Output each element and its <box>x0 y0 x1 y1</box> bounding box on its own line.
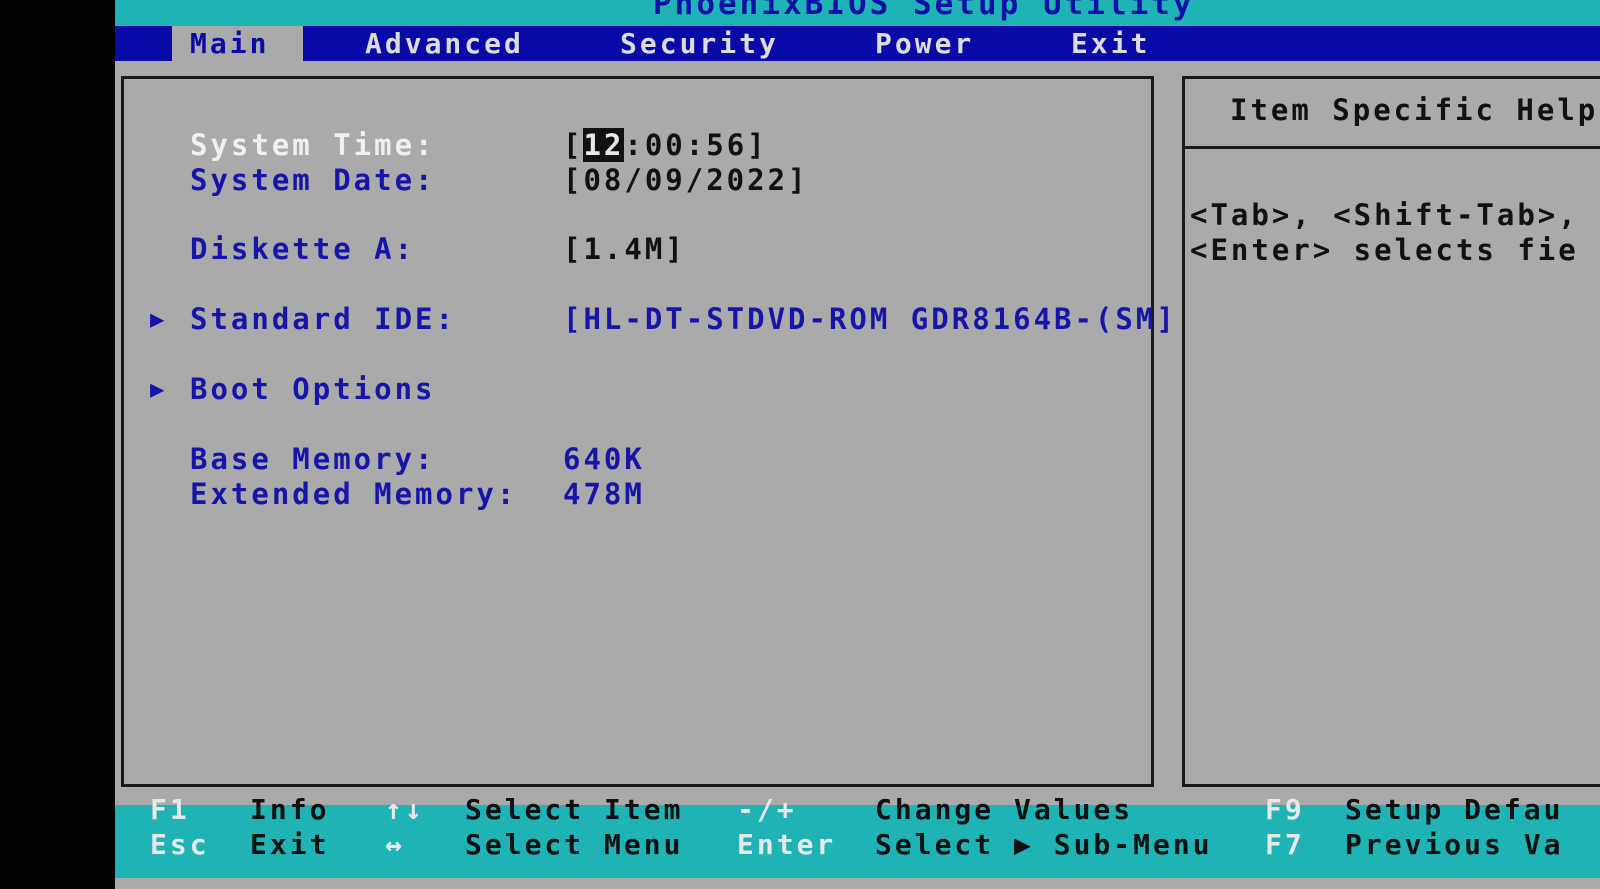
left-right-arrows-icon: ↔ <box>385 828 405 861</box>
setup-defaults-desc: Setup Defau <box>1345 793 1564 826</box>
submenu-arrow-icon: ▶ <box>150 375 168 403</box>
help-title: Item Specific Help <box>1230 93 1599 127</box>
system-date-label[interactable]: System Date: <box>190 163 436 197</box>
previous-values-desc: Previous Va <box>1345 828 1564 861</box>
key-f9: F9 <box>1265 793 1305 826</box>
help-divider <box>1185 146 1600 149</box>
key-enter: Enter <box>737 828 837 861</box>
tab-security[interactable]: Security <box>620 26 779 61</box>
system-time-value[interactable]: [12:00:56] <box>563 128 768 162</box>
system-date-value[interactable]: [08/09/2022] <box>563 163 809 197</box>
standard-ide-value[interactable]: [HL-DT-STDVD-ROM GDR8164B-(SM] <box>563 302 1177 336</box>
system-time-hour-cursor[interactable]: 12 <box>583 128 625 162</box>
diskette-a-value[interactable]: [1.4M] <box>563 232 686 266</box>
extended-memory-value: 478M <box>563 477 645 511</box>
help-panel <box>1182 76 1600 787</box>
change-values-desc: Change Values <box>875 793 1134 826</box>
system-time-rest: :00:56] <box>624 128 768 162</box>
base-memory-value: 640K <box>563 442 645 476</box>
title-bar: PhoenixBIOS Setup Utility <box>115 0 1600 26</box>
extended-memory-label: Extended Memory: <box>190 477 518 511</box>
base-memory-label: Base Memory: <box>190 442 436 476</box>
key-f1-desc: Info <box>250 793 330 826</box>
submenu-arrow-icon: ▶ <box>150 305 168 333</box>
key-esc-desc: Exit <box>250 828 330 861</box>
menu-bar: Main Advanced Security Power Exit <box>115 26 1600 61</box>
key-plus-minus: -/+ <box>737 793 797 826</box>
key-f7: F7 <box>1265 828 1305 861</box>
key-legend-bar: F1 Info ↑↓ Select Item -/+ Change Values… <box>115 793 1600 878</box>
boot-options-label[interactable]: Boot Options <box>190 372 436 406</box>
system-time-bracket: [ <box>563 128 584 162</box>
diskette-a-label[interactable]: Diskette A: <box>190 232 415 266</box>
select-item-desc: Select Item <box>465 793 684 826</box>
tab-power[interactable]: Power <box>875 26 974 61</box>
key-f1: F1 <box>150 793 190 826</box>
help-line-1: <Tab>, <Shift-Tab>, <box>1190 198 1579 232</box>
system-time-label[interactable]: System Time: <box>190 128 436 162</box>
tab-main[interactable]: Main <box>172 26 304 61</box>
bios-title: PhoenixBIOS Setup Utility <box>653 0 1195 22</box>
tab-exit[interactable]: Exit <box>1071 26 1150 61</box>
select-menu-desc: Select Menu <box>465 828 684 861</box>
up-down-arrows-icon: ↑↓ <box>385 793 425 826</box>
select-submenu-desc: Select ▶ Sub-Menu <box>875 828 1213 861</box>
key-esc: Esc <box>150 828 210 861</box>
help-line-2: <Enter> selects fie <box>1190 233 1579 267</box>
bios-screen: PhoenixBIOS Setup Utility Main Advanced … <box>115 0 1600 889</box>
tab-advanced[interactable]: Advanced <box>365 26 524 61</box>
standard-ide-label[interactable]: Standard IDE: <box>190 302 456 336</box>
